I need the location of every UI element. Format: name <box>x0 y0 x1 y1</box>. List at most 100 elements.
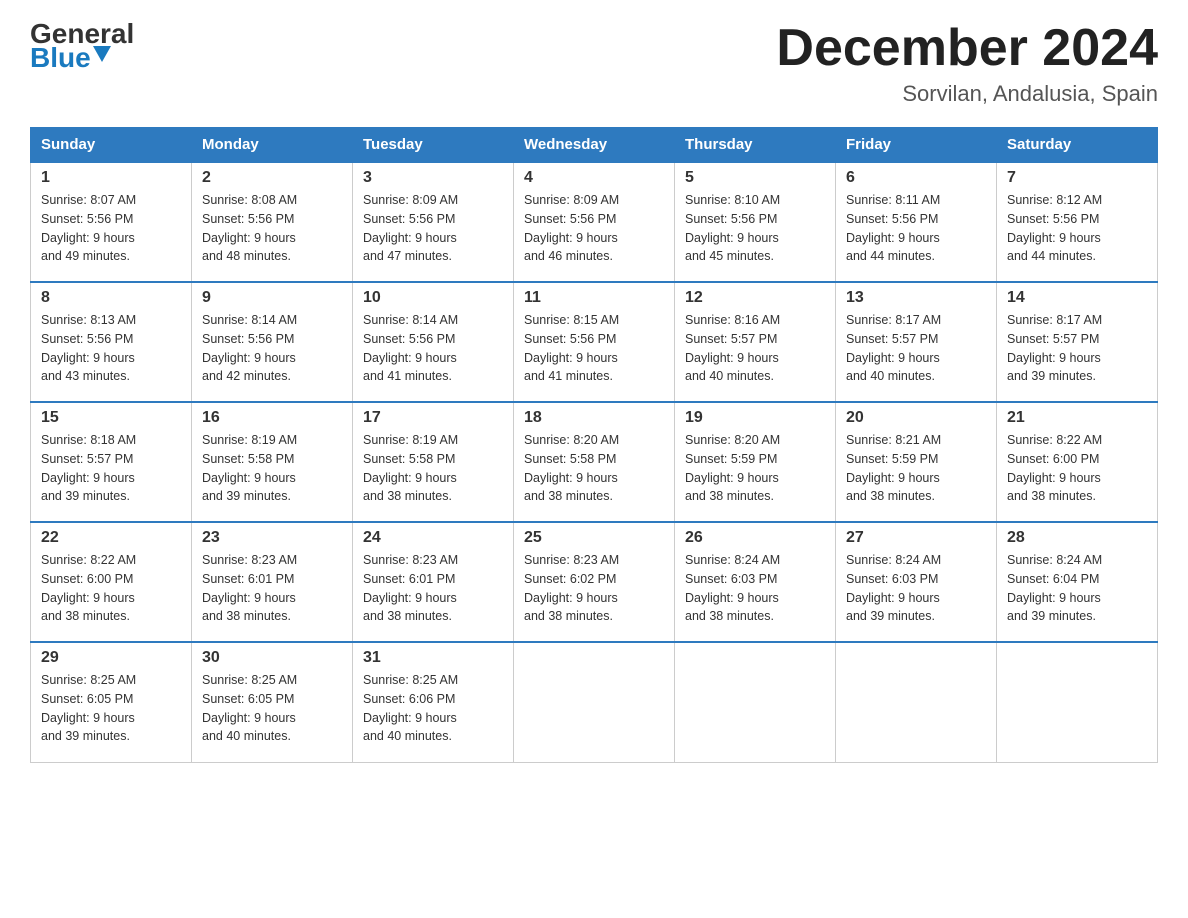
day-number: 25 <box>524 529 664 547</box>
day-info: Sunrise: 8:23 AMSunset: 6:01 PMDaylight:… <box>363 551 503 626</box>
logo-blue-text: Blue <box>30 44 91 72</box>
day-number: 24 <box>363 529 503 547</box>
day-number: 10 <box>363 289 503 307</box>
day-cell: 24 Sunrise: 8:23 AMSunset: 6:01 PMDaylig… <box>353 522 514 642</box>
week-row-4: 22 Sunrise: 8:22 AMSunset: 6:00 PMDaylig… <box>31 522 1158 642</box>
day-number: 21 <box>1007 409 1147 427</box>
day-info: Sunrise: 8:08 AMSunset: 5:56 PMDaylight:… <box>202 191 342 266</box>
day-info: Sunrise: 8:15 AMSunset: 5:56 PMDaylight:… <box>524 311 664 386</box>
day-info: Sunrise: 8:07 AMSunset: 5:56 PMDaylight:… <box>41 191 181 266</box>
day-info: Sunrise: 8:19 AMSunset: 5:58 PMDaylight:… <box>363 431 503 506</box>
day-cell: 6 Sunrise: 8:11 AMSunset: 5:56 PMDayligh… <box>836 162 997 282</box>
day-number: 11 <box>524 289 664 307</box>
day-number: 12 <box>685 289 825 307</box>
day-cell: 8 Sunrise: 8:13 AMSunset: 5:56 PMDayligh… <box>31 282 192 402</box>
day-number: 17 <box>363 409 503 427</box>
day-info: Sunrise: 8:21 AMSunset: 5:59 PMDaylight:… <box>846 431 986 506</box>
week-row-3: 15 Sunrise: 8:18 AMSunset: 5:57 PMDaylig… <box>31 402 1158 522</box>
day-info: Sunrise: 8:24 AMSunset: 6:03 PMDaylight:… <box>685 551 825 626</box>
day-cell: 12 Sunrise: 8:16 AMSunset: 5:57 PMDaylig… <box>675 282 836 402</box>
week-row-5: 29 Sunrise: 8:25 AMSunset: 6:05 PMDaylig… <box>31 642 1158 762</box>
calendar-header: SundayMondayTuesdayWednesdayThursdayFrid… <box>31 128 1158 163</box>
header-cell-friday: Friday <box>836 128 997 163</box>
day-cell: 4 Sunrise: 8:09 AMSunset: 5:56 PMDayligh… <box>514 162 675 282</box>
day-cell: 16 Sunrise: 8:19 AMSunset: 5:58 PMDaylig… <box>192 402 353 522</box>
day-cell: 17 Sunrise: 8:19 AMSunset: 5:58 PMDaylig… <box>353 402 514 522</box>
day-info: Sunrise: 8:14 AMSunset: 5:56 PMDaylight:… <box>202 311 342 386</box>
day-number: 5 <box>685 169 825 187</box>
month-title: December 2024 <box>776 20 1158 77</box>
day-number: 8 <box>41 289 181 307</box>
day-info: Sunrise: 8:18 AMSunset: 5:57 PMDaylight:… <box>41 431 181 506</box>
day-number: 6 <box>846 169 986 187</box>
header-cell-tuesday: Tuesday <box>353 128 514 163</box>
calendar-body: 1 Sunrise: 8:07 AMSunset: 5:56 PMDayligh… <box>31 162 1158 762</box>
day-cell: 15 Sunrise: 8:18 AMSunset: 5:57 PMDaylig… <box>31 402 192 522</box>
week-row-2: 8 Sunrise: 8:13 AMSunset: 5:56 PMDayligh… <box>31 282 1158 402</box>
day-info: Sunrise: 8:25 AMSunset: 6:06 PMDaylight:… <box>363 671 503 746</box>
day-number: 4 <box>524 169 664 187</box>
location-text: Sorvilan, Andalusia, Spain <box>776 81 1158 107</box>
day-cell <box>836 642 997 762</box>
day-info: Sunrise: 8:23 AMSunset: 6:02 PMDaylight:… <box>524 551 664 626</box>
day-info: Sunrise: 8:12 AMSunset: 5:56 PMDaylight:… <box>1007 191 1147 266</box>
day-info: Sunrise: 8:22 AMSunset: 6:00 PMDaylight:… <box>41 551 181 626</box>
day-number: 31 <box>363 649 503 667</box>
day-info: Sunrise: 8:22 AMSunset: 6:00 PMDaylight:… <box>1007 431 1147 506</box>
day-number: 29 <box>41 649 181 667</box>
day-number: 26 <box>685 529 825 547</box>
day-cell: 26 Sunrise: 8:24 AMSunset: 6:03 PMDaylig… <box>675 522 836 642</box>
day-info: Sunrise: 8:17 AMSunset: 5:57 PMDaylight:… <box>1007 311 1147 386</box>
day-info: Sunrise: 8:14 AMSunset: 5:56 PMDaylight:… <box>363 311 503 386</box>
calendar-table: SundayMondayTuesdayWednesdayThursdayFrid… <box>30 127 1158 763</box>
day-number: 2 <box>202 169 342 187</box>
day-number: 14 <box>1007 289 1147 307</box>
day-number: 22 <box>41 529 181 547</box>
day-info: Sunrise: 8:24 AMSunset: 6:04 PMDaylight:… <box>1007 551 1147 626</box>
day-cell: 21 Sunrise: 8:22 AMSunset: 6:00 PMDaylig… <box>997 402 1158 522</box>
day-cell: 31 Sunrise: 8:25 AMSunset: 6:06 PMDaylig… <box>353 642 514 762</box>
day-info: Sunrise: 8:09 AMSunset: 5:56 PMDaylight:… <box>524 191 664 266</box>
header-cell-wednesday: Wednesday <box>514 128 675 163</box>
day-number: 3 <box>363 169 503 187</box>
day-number: 20 <box>846 409 986 427</box>
day-cell: 5 Sunrise: 8:10 AMSunset: 5:56 PMDayligh… <box>675 162 836 282</box>
day-cell: 10 Sunrise: 8:14 AMSunset: 5:56 PMDaylig… <box>353 282 514 402</box>
logo: General Blue <box>30 20 147 72</box>
day-cell: 11 Sunrise: 8:15 AMSunset: 5:56 PMDaylig… <box>514 282 675 402</box>
day-info: Sunrise: 8:11 AMSunset: 5:56 PMDaylight:… <box>846 191 986 266</box>
day-cell: 13 Sunrise: 8:17 AMSunset: 5:57 PMDaylig… <box>836 282 997 402</box>
day-number: 18 <box>524 409 664 427</box>
day-cell: 7 Sunrise: 8:12 AMSunset: 5:56 PMDayligh… <box>997 162 1158 282</box>
day-cell: 29 Sunrise: 8:25 AMSunset: 6:05 PMDaylig… <box>31 642 192 762</box>
day-cell <box>997 642 1158 762</box>
day-number: 28 <box>1007 529 1147 547</box>
day-info: Sunrise: 8:17 AMSunset: 5:57 PMDaylight:… <box>846 311 986 386</box>
day-cell: 14 Sunrise: 8:17 AMSunset: 5:57 PMDaylig… <box>997 282 1158 402</box>
day-info: Sunrise: 8:09 AMSunset: 5:56 PMDaylight:… <box>363 191 503 266</box>
day-cell: 27 Sunrise: 8:24 AMSunset: 6:03 PMDaylig… <box>836 522 997 642</box>
day-cell: 18 Sunrise: 8:20 AMSunset: 5:58 PMDaylig… <box>514 402 675 522</box>
page-header: General Blue December 2024 Sorvilan, And… <box>30 20 1158 107</box>
day-cell <box>675 642 836 762</box>
week-row-1: 1 Sunrise: 8:07 AMSunset: 5:56 PMDayligh… <box>31 162 1158 282</box>
day-info: Sunrise: 8:16 AMSunset: 5:57 PMDaylight:… <box>685 311 825 386</box>
day-number: 13 <box>846 289 986 307</box>
day-info: Sunrise: 8:10 AMSunset: 5:56 PMDaylight:… <box>685 191 825 266</box>
day-cell: 30 Sunrise: 8:25 AMSunset: 6:05 PMDaylig… <box>192 642 353 762</box>
day-number: 30 <box>202 649 342 667</box>
day-number: 9 <box>202 289 342 307</box>
header-cell-thursday: Thursday <box>675 128 836 163</box>
day-info: Sunrise: 8:25 AMSunset: 6:05 PMDaylight:… <box>202 671 342 746</box>
day-number: 27 <box>846 529 986 547</box>
day-cell: 23 Sunrise: 8:23 AMSunset: 6:01 PMDaylig… <box>192 522 353 642</box>
day-cell <box>514 642 675 762</box>
day-number: 15 <box>41 409 181 427</box>
day-info: Sunrise: 8:13 AMSunset: 5:56 PMDaylight:… <box>41 311 181 386</box>
day-cell: 20 Sunrise: 8:21 AMSunset: 5:59 PMDaylig… <box>836 402 997 522</box>
day-cell: 25 Sunrise: 8:23 AMSunset: 6:02 PMDaylig… <box>514 522 675 642</box>
day-info: Sunrise: 8:20 AMSunset: 5:59 PMDaylight:… <box>685 431 825 506</box>
day-info: Sunrise: 8:25 AMSunset: 6:05 PMDaylight:… <box>41 671 181 746</box>
header-cell-monday: Monday <box>192 128 353 163</box>
day-cell: 19 Sunrise: 8:20 AMSunset: 5:59 PMDaylig… <box>675 402 836 522</box>
